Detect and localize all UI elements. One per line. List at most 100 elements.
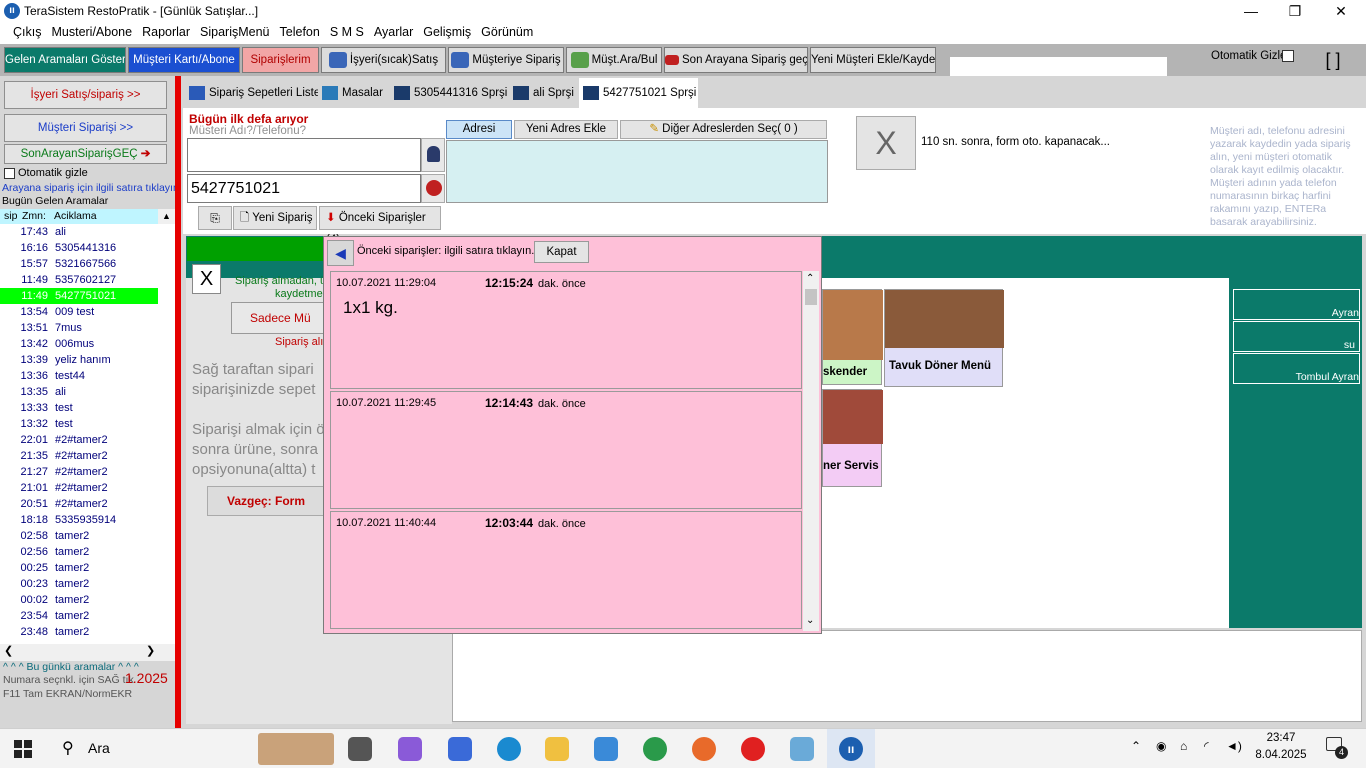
tab-siparis-sepetleri[interactable]: Sipariş Sepetleri Liste (185, 78, 320, 108)
close-button[interactable]: ✕ (1318, 0, 1364, 22)
call-list-row[interactable]: 23:54 tamer2 (0, 608, 175, 624)
sadece-musteri-button[interactable]: Sadece Mü (231, 302, 325, 334)
call-list-row[interactable]: 02:58 tamer2 (0, 528, 175, 544)
order-row[interactable]: 10.07.2021 11:29:45 12:14:43 dak. önce (330, 391, 802, 509)
yeni-adres-button[interactable]: Yeni Adres Ekle (514, 120, 618, 139)
otomatik-gizle-left-checkbox[interactable] (4, 168, 15, 179)
scroll-thumb[interactable] (805, 289, 817, 305)
minimize-button[interactable]: — (1228, 0, 1274, 22)
adres-tab[interactable]: Adresi (446, 120, 512, 139)
call-list-row[interactable]: 13:51 7mus (0, 320, 175, 336)
close-form-button[interactable]: X (856, 116, 916, 170)
call-list-row[interactable]: 17:43 ali (0, 224, 175, 240)
call-list-row[interactable]: 11:49 5357602127 (0, 272, 175, 288)
yeni-siparis-button[interactable]: 🗋 Yeni Sipariş (233, 206, 317, 230)
menu-siparis[interactable]: SiparişMenü (195, 22, 274, 43)
musteri-siparisi-button[interactable]: Müşteri Siparişi >> (4, 114, 167, 142)
clock-date[interactable]: 8.04.2025 (1252, 749, 1310, 761)
tab-5305441316[interactable]: 5305441316 Sprşi (390, 78, 507, 108)
order-row[interactable]: 10.07.2021 11:29:04 12:15:24 dak. önce 1… (330, 271, 802, 389)
scroll-up-icon[interactable]: ⌃ (806, 273, 814, 284)
call-list-row[interactable]: 13:33 test (0, 400, 175, 416)
computer-icon[interactable] (448, 737, 472, 761)
firefox-icon[interactable] (692, 737, 716, 761)
isyeri-siparis-button[interactable]: İşyeri Satış/sipariş >> (4, 81, 167, 109)
call-list-row[interactable]: 13:32 test (0, 416, 175, 432)
phone-search-icon[interactable] (421, 174, 445, 203)
scroll-down-icon[interactable]: ⌄ (806, 615, 814, 626)
call-list-row[interactable]: 11:49 5427751021 (0, 288, 158, 304)
cancel-order-x[interactable]: X (192, 264, 221, 294)
call-list-row[interactable]: 02:56 tamer2 (0, 544, 175, 560)
call-list-row[interactable]: 22:01 #2#tamer2 (0, 432, 175, 448)
tab-ali[interactable]: ali Sprşi (509, 78, 577, 108)
product-iskender[interactable]: skender (822, 289, 883, 385)
tab-5427751021[interactable]: 5427751021 Sprşi (579, 78, 698, 108)
restopratik-taskbar-icon[interactable]: ıı (839, 737, 863, 761)
menu-ayarlar[interactable]: Ayarlar (369, 22, 418, 43)
phone-input[interactable]: 5427751021 (187, 174, 421, 203)
drink-su[interactable]: su (1233, 321, 1360, 352)
active-app-highlight[interactable]: ıı (827, 729, 875, 768)
call-list-row[interactable]: 18:18 5335935914 (0, 512, 175, 528)
siparislerim-button[interactable]: Siparişlerim (242, 47, 319, 73)
customer-card-icon[interactable] (421, 138, 445, 172)
call-list-row[interactable]: 21:35 #2#tamer2 (0, 448, 175, 464)
adres-textarea[interactable] (446, 140, 828, 203)
taskbar-widget-image[interactable] (258, 733, 334, 765)
gelen-aramalar-button[interactable]: Gelen Aramaları Göster (4, 47, 126, 73)
menu-musteri-abone[interactable]: Musteri/Abone (46, 22, 137, 43)
fullscreen-toggle[interactable]: [ ] (1300, 44, 1366, 76)
otomatik-gizle-checkbox[interactable] (1282, 50, 1294, 62)
copilot-icon[interactable] (398, 737, 422, 761)
call-list-row[interactable]: 15:57 5321667566 (0, 256, 175, 272)
task-view-icon[interactable] (348, 737, 372, 761)
musteri-karti-button[interactable]: Müşteri Kartı/Abone (128, 47, 240, 73)
store-icon[interactable] (594, 737, 618, 761)
product-doner-servis[interactable]: ner Servis (822, 389, 883, 487)
call-list-hscrollbar[interactable]: ❮ ❯ (0, 644, 175, 661)
menu-telefon[interactable]: Telefon (275, 22, 325, 43)
son-arayan-siparis-button[interactable]: SonArayanSiparişGEÇ ➔ (4, 144, 167, 164)
windows-start-icon[interactable] (14, 740, 32, 758)
call-list-row[interactable]: 20:51 #2#tamer2 (0, 496, 175, 512)
tab-masalar[interactable]: Masalar (318, 78, 388, 108)
restore-button[interactable]: ❐ (1272, 0, 1318, 22)
call-list-row[interactable]: 21:01 #2#tamer2 (0, 480, 175, 496)
call-list-row[interactable]: 13:35 ali (0, 384, 175, 400)
camera-icon[interactable]: ◉ (1156, 739, 1166, 753)
scroll-right-icon[interactable]: ❯ (146, 644, 155, 657)
search-icon[interactable]: ⚲ (62, 738, 74, 758)
call-list-row[interactable]: 00:02 tamer2 (0, 592, 175, 608)
clock-time[interactable]: 23:47 (1255, 732, 1307, 744)
call-list-row[interactable]: 16:16 5305441316 (0, 240, 175, 256)
back-arrow-icon[interactable]: ◀ (327, 240, 354, 266)
musteriye-siparis-button[interactable]: Müşteriye Sipariş (448, 47, 564, 73)
call-list-row[interactable]: 13:42 006mus (0, 336, 175, 352)
edge-icon[interactable] (497, 737, 521, 761)
yeni-musteri-button[interactable]: Yeni Müşteri Ekle/Kaydet (810, 47, 936, 73)
chevron-up-icon[interactable]: ⌃ (1131, 739, 1141, 753)
isyeri-satis-button[interactable]: İşyeri(sıcak)Satış (321, 47, 446, 73)
diger-adres-button[interactable]: ✎ Diğer Adreslerden Seç( 0 ) (620, 120, 827, 139)
musteri-name-input[interactable] (187, 138, 421, 172)
copy-icon[interactable]: ⎘ (198, 206, 232, 230)
drink-ayran[interactable]: Ayran (1233, 289, 1360, 320)
menu-gorunum[interactable]: Görünüm (476, 22, 538, 43)
son-arayana-button[interactable]: Son Arayana Sipariş geç (664, 47, 808, 73)
musteri-ara-button[interactable]: Müşt.Ara/Bul (566, 47, 662, 73)
scroll-left-icon[interactable]: ❮ (4, 644, 13, 657)
popup-scrollbar[interactable]: ⌃ ⌄ (803, 271, 819, 631)
call-list-row[interactable]: 00:25 tamer2 (0, 560, 175, 576)
order-row[interactable]: 10.07.2021 11:40:44 12:03:44 dak. önce (330, 511, 802, 629)
call-list-row[interactable]: 13:36 test44 (0, 368, 175, 384)
opera-icon[interactable] (741, 737, 765, 761)
drink-tombul-ayran[interactable]: Tombul Ayran (1233, 353, 1360, 384)
call-list-row[interactable]: 00:23 tamer2 (0, 576, 175, 592)
menu-gelismis[interactable]: Gelişmiş (418, 22, 476, 43)
call-list-row[interactable]: 13:39 yeliz hanım (0, 352, 175, 368)
menu-sms[interactable]: S M S (325, 22, 369, 43)
wifi-icon[interactable]: ◜ (1204, 739, 1209, 753)
volume-icon[interactable]: ◄) (1226, 739, 1242, 753)
menu-cikis[interactable]: Çıkış (8, 22, 46, 43)
